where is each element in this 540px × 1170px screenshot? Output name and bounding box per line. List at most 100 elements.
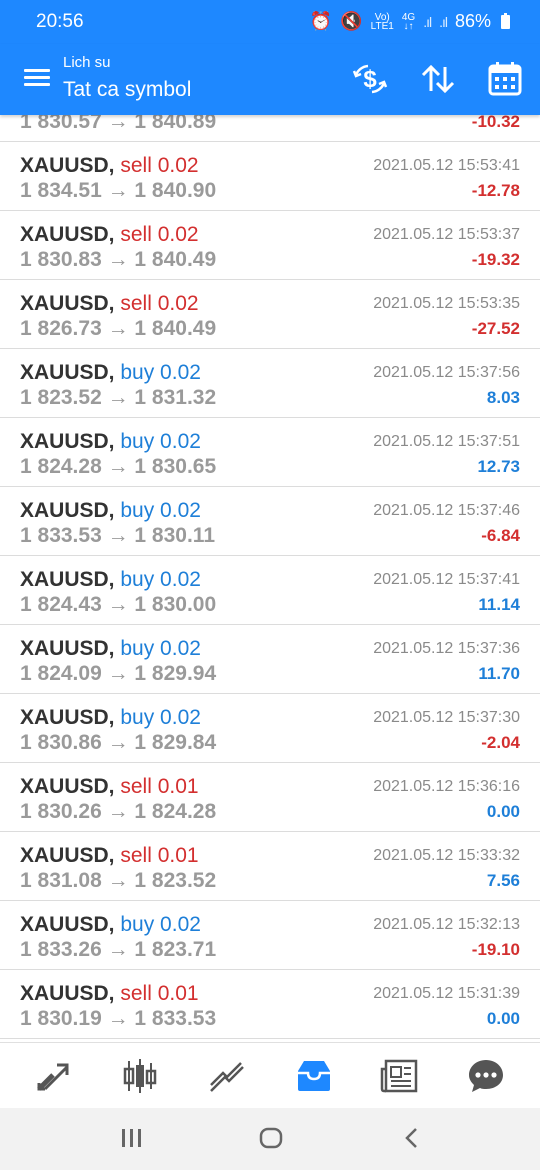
trade-side: buy 0.02 [120,430,201,453]
trade-time: 2021.05.12 15:31:39 [373,985,520,1002]
chat-icon[interactable] [466,1057,506,1095]
history-icon[interactable] [294,1057,334,1095]
trade-row[interactable]: XAUUSD, sell 0.02 1 834.51 → 1 840.90 2021… [0,142,540,211]
trade-symbol: XAUUSD, buy 0.02 [20,499,201,523]
trade-profit: -12.78 [471,181,520,200]
trade-prices: 1 830.26 → 1 824.28 [20,800,217,823]
trade-prices: 1 826.73 → 1 840.49 [20,317,217,340]
trade-row[interactable]: XAUUSD, buy 0.02 1 824.43 → 1 830.00 2021.… [0,556,540,625]
symbol-name: XAUUSD, [20,568,115,591]
currency-exchange-icon[interactable]: $ [350,61,390,97]
trade-side: buy 0.02 [120,637,201,660]
trade-row[interactable]: XAUUSD, buy 0.02 1 833.26 → 1 823.71 2021.… [0,901,540,970]
trade-profit: -27.52 [471,319,520,338]
status-time: 20:56 [36,11,84,32]
quotes-icon[interactable] [33,1057,73,1095]
trade-symbol: XAUUSD, sell 0.02 [20,154,199,178]
back-button[interactable] [400,1126,424,1155]
trade-row[interactable]: XAUUSD, buy 0.02 1 824.28 → 1 830.65 2021.… [0,418,540,487]
news-icon[interactable] [380,1057,420,1095]
chart-icon[interactable] [120,1057,160,1095]
trade-profit: 11.70 [478,664,520,683]
trade-prices: 1 830.57 → 1 840.89 [20,115,217,133]
trade-prices: 1 830.83 → 1 840.49 [20,248,217,271]
trade-side: buy 0.02 [120,499,201,522]
trade-history-list[interactable]: 1 830.57 → 1 840.89 -10.32 XAUUSD, sell … [0,115,540,1042]
trade-prices: 1 824.43 → 1 830.00 [20,593,217,616]
symbol-name: XAUUSD, [20,844,115,867]
home-button[interactable] [259,1126,283,1155]
trade-profit: -6.84 [481,526,520,545]
trade-time: 2021.05.12 15:37:41 [373,571,520,588]
header-title[interactable]: Tat ca symbol [63,78,191,102]
trade-side: sell 0.01 [120,982,199,1005]
trade-row[interactable]: XAUUSD, sell 0.01 1 830.26 → 1 824.28 2021… [0,763,540,832]
trade-symbol: XAUUSD, sell 0.01 [20,982,199,1006]
trade-profit: 7.56 [486,871,520,890]
trade-time: 2021.05.12 15:36:16 [373,778,520,795]
svg-text:$: $ [363,66,377,93]
trade-symbol: XAUUSD, sell 0.01 [20,844,199,868]
trade-time: 2021.05.12 15:37:51 [373,433,520,450]
trade-symbol: XAUUSD, buy 0.02 [20,361,201,385]
trade-profit: 0.00 [486,802,520,821]
trade-row[interactable]: XAUUSD, buy 0.02 1 823.52 → 1 831.32 2021.… [0,349,540,418]
trade-time: 2021.05.12 15:53:37 [373,226,520,243]
trade-prices: 1 833.53 → 1 830.11 [20,524,215,547]
trade-prices: 1 834.51 → 1 840.90 [20,179,217,202]
signal-icon: .ıl [423,13,432,30]
trade-side: sell 0.02 [120,154,199,177]
trade-side: sell 0.01 [120,775,199,798]
trade-profit: -2.04 [481,733,520,752]
symbol-name: XAUUSD, [20,706,115,729]
alarm-icon: ⏰ [309,11,333,31]
trade-symbol: XAUUSD, sell 0.01 [20,775,199,799]
status-icons: ⏰ 🔇 Vo) LTE1 4G ↓↑ .ıl .ıl 86% [310,11,510,32]
trade-time: 2021.05.12 15:33:32 [373,847,520,864]
trade-prices: 1 830.86 → 1 829.84 [20,731,217,754]
trade-side: buy 0.02 [120,706,201,729]
recent-apps-button[interactable] [120,1126,144,1155]
trade-profit: 8.03 [486,388,520,407]
battery-icon [501,12,510,29]
symbol-name: XAUUSD, [20,361,115,384]
trade-side: buy 0.02 [120,913,201,936]
trade-time: 2021.05.12 15:37:30 [373,709,520,726]
trade-prices: 1 831.08 → 1 823.52 [20,869,217,892]
symbol-name: XAUUSD, [20,430,115,453]
trade-symbol: XAUUSD, buy 0.02 [20,637,201,661]
trade-profit: 0.00 [486,1009,520,1028]
trade-row[interactable]: XAUUSD, buy 0.02 1 833.53 → 1 830.11 2021.… [0,487,540,556]
trade-prices: 1 824.28 → 1 830.65 [20,455,217,478]
trade-symbol: XAUUSD, sell 0.02 [20,292,199,316]
network-type-indicator: 4G ↓↑ [401,11,416,32]
symbol-name: XAUUSD, [20,775,115,798]
trade-symbol: XAUUSD, buy 0.02 [20,706,201,730]
trade-row[interactable]: XAUUSD, buy 0.02 1 830.86 → 1 829.84 2021.… [0,694,540,763]
trade-symbol: XAUUSD, buy 0.02 [20,430,201,454]
symbol-name: XAUUSD, [20,637,115,660]
trade-row[interactable]: XAUUSD, sell 0.02 1 830.83 → 1 840.49 2021… [0,211,540,280]
trade-profit: -19.32 [471,250,520,269]
trade-side: sell 0.01 [120,844,199,867]
trade-icon[interactable] [207,1057,247,1095]
trade-prices: 1 830.19 → 1 833.53 [20,1007,217,1030]
trade-profit: 12.73 [477,457,520,476]
trade-row[interactable]: XAUUSD, buy 0.02 1 824.09 → 1 829.94 2021.… [0,625,540,694]
symbol-name: XAUUSD, [20,154,115,177]
trade-profit: -19.10 [471,940,520,959]
mute-icon: 🔇 [340,11,363,31]
trade-row[interactable]: XAUUSD, sell 0.01 1 830.19 → 1 833.53 2021… [0,970,540,1039]
trade-symbol: XAUUSD, sell 0.02 [20,223,199,247]
trade-row-partial[interactable]: 1 830.57 → 1 840.89 -10.32 [0,115,540,142]
trade-side: buy 0.02 [120,361,201,384]
signal-icon-2: .ıl [439,13,448,30]
trade-time: 2021.05.12 15:53:41 [373,157,520,174]
trade-row[interactable]: XAUUSD, sell 0.02 1 826.73 → 1 840.49 2021… [0,280,540,349]
trade-row[interactable]: XAUUSD, sell 0.01 1 831.08 → 1 823.52 2021… [0,832,540,901]
bottom-navigation [0,1042,540,1108]
menu-button[interactable] [22,66,52,92]
calendar-icon[interactable] [486,61,526,97]
trade-prices: 1 824.09 → 1 829.94 [20,662,217,685]
sort-icon[interactable] [418,61,458,97]
